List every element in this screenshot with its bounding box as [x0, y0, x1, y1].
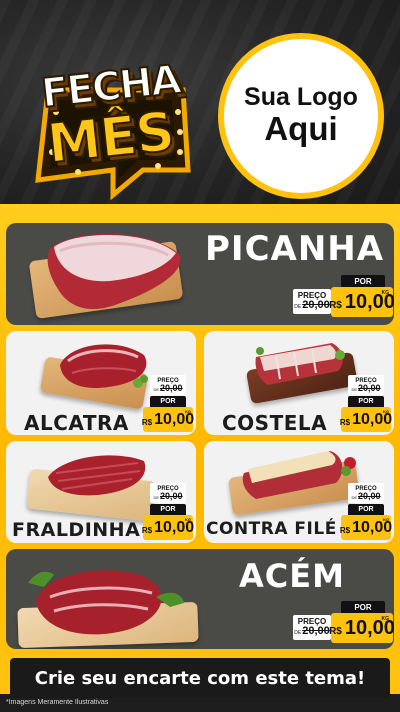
old-price: 20,00: [358, 382, 381, 393]
currency-label: R$: [329, 299, 342, 311]
unit-label: KG: [185, 409, 191, 414]
por-label: POR: [150, 504, 186, 515]
price-tag: PREÇO DE 20,00 POR R$ 10,00 KG: [141, 375, 194, 433]
fraldinha-meat-icon: [48, 455, 146, 496]
product-card-costela[interactable]: COSTELA PREÇO DE 20,00 POR R$ 10,00 KG: [204, 331, 394, 435]
costela-meat-icon: [255, 343, 345, 385]
old-price-box: PREÇO DE 20,00: [293, 289, 331, 314]
old-price-box: PREÇO DE 20,00: [150, 483, 186, 503]
product-card-fraldinha[interactable]: FRALDINHA PREÇO DE 20,00 POR R$ 10,00 KG: [6, 441, 196, 543]
old-price: 20,00: [302, 299, 330, 311]
product-name: COSTELA: [222, 411, 328, 435]
create-flyer-banner[interactable]: Crie seu encarte com este tema!: [10, 658, 390, 698]
currency-label: R$: [339, 417, 351, 427]
currency-label: R$: [339, 525, 351, 535]
currency-label: R$: [141, 525, 153, 535]
price-tag: PREÇO DE 20,00 POR R$ 10,00 KG: [141, 483, 194, 541]
currency-label: R$: [329, 625, 342, 637]
cta-text: Crie seu encarte com este tema!: [34, 667, 366, 689]
product-name: ALCATRA: [24, 411, 129, 435]
old-price-box: PREÇO DE 20,00: [348, 483, 384, 503]
fecha-mes-badge: FECHA MÊS: [18, 20, 203, 200]
old-price: 20,00: [302, 625, 330, 637]
old-price-prefix: DE: [153, 386, 160, 392]
price-tag: PREÇO DE 20,00 POR R$ 10,00 KG: [293, 601, 394, 649]
old-price-prefix: DE: [351, 494, 358, 500]
old-price-prefix: DE: [153, 494, 160, 500]
product-card-contra-file[interactable]: CONTRA FILÉ PREÇO DE 20,00 POR R$ 10,00 K…: [204, 441, 394, 543]
new-price-box: R$ 10,00 KG: [339, 407, 392, 432]
unit-label: KG: [383, 409, 389, 414]
old-price-box: PREÇO DE 20,00: [348, 375, 384, 395]
unit-label: KG: [381, 616, 390, 622]
old-price-prefix: DE: [294, 630, 302, 636]
unit-label: KG: [381, 290, 390, 296]
alcatra-meat-icon: [60, 344, 148, 389]
old-price-box: PREÇO DE 20,00: [293, 615, 331, 640]
logo-text-line-2: Aqui: [264, 110, 338, 148]
product-name: PICANHA: [205, 229, 385, 269]
new-price-box: R$ 10,00 KG: [329, 287, 394, 317]
new-price-box: R$ 10,00 KG: [141, 407, 194, 432]
por-label: POR: [348, 504, 384, 515]
picanha-meat-icon: [47, 233, 181, 310]
unit-label: KG: [185, 517, 191, 522]
new-price-box: R$ 10,00 KG: [329, 613, 394, 643]
por-label: POR: [341, 275, 385, 287]
new-price-box: R$ 10,00 KG: [141, 515, 194, 540]
acem-meat-icon: [28, 570, 184, 635]
old-price: 20,00: [358, 490, 381, 501]
old-price: 20,00: [160, 490, 183, 501]
product-card-picanha[interactable]: PICANHA PREÇO DE 20,00 POR R$ 10,00 KG: [6, 223, 394, 325]
product-name: ACÉM: [239, 557, 345, 595]
por-label: POR: [348, 396, 384, 407]
logo-placeholder[interactable]: Sua Logo Aqui: [218, 33, 384, 199]
header: FECHA MÊS Sua Logo Aqui: [0, 0, 400, 205]
product-name: FRALDINHA: [12, 519, 141, 541]
unit-label: KG: [383, 517, 389, 522]
new-price-box: R$ 10,00 KG: [339, 515, 392, 540]
price-tag: PREÇO DE 20,00 POR R$ 10,00 KG: [293, 275, 394, 323]
old-price-prefix: DE: [351, 386, 358, 392]
logo-text-line-1: Sua Logo: [244, 82, 358, 111]
currency-label: R$: [141, 417, 153, 427]
old-price: 20,00: [160, 382, 183, 393]
product-card-acem[interactable]: ACÉM PREÇO DE 20,00 POR R$ 10,00 KG: [6, 549, 394, 649]
footnote: *Imagens Meramente Ilustrativas: [6, 699, 109, 706]
old-price-box: PREÇO DE 20,00: [150, 375, 186, 395]
product-card-alcatra[interactable]: ALCATRA PREÇO DE 20,00 POR R$ 10,00 KG: [6, 331, 196, 435]
old-price-prefix: DE: [294, 304, 302, 310]
price-tag: PREÇO DE 20,00 POR R$ 10,00 KG: [339, 375, 392, 433]
product-name: CONTRA FILÉ: [206, 519, 337, 539]
price-tag: PREÇO DE 20,00 POR R$ 10,00 KG: [339, 483, 392, 541]
por-label: POR: [341, 601, 385, 613]
por-label: POR: [150, 396, 186, 407]
